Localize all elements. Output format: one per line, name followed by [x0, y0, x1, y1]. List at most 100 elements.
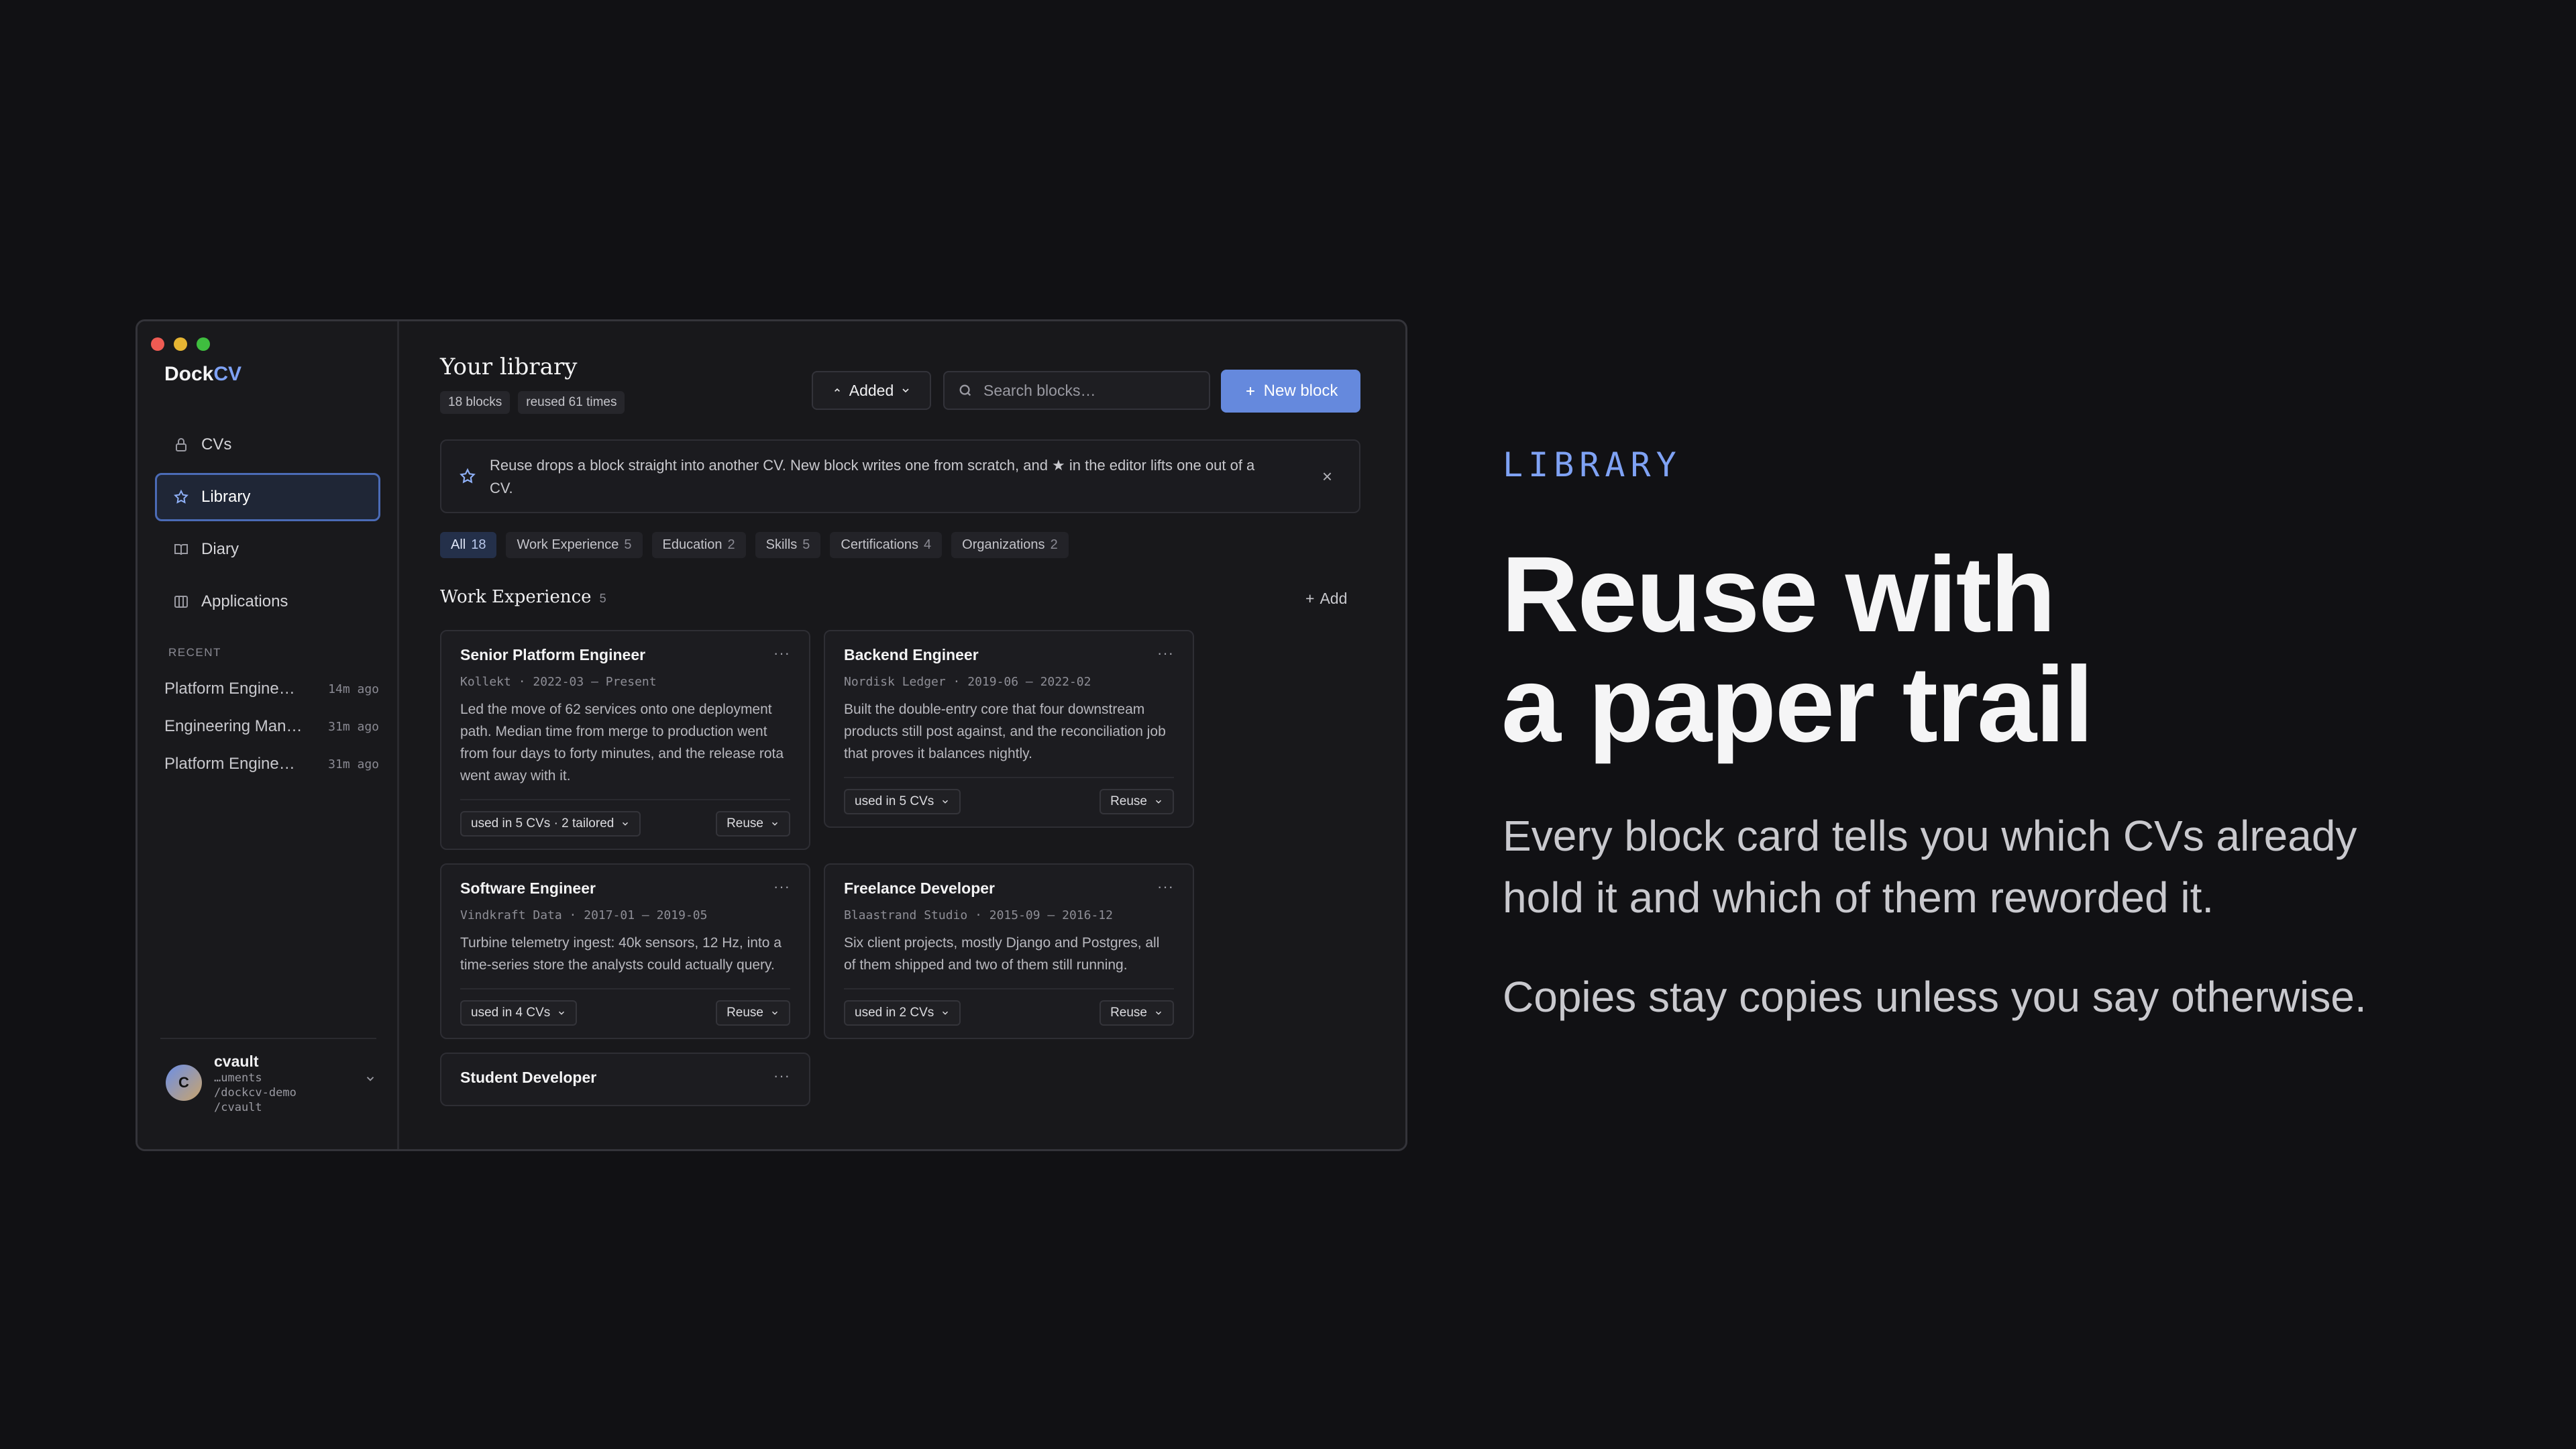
filter-tab-education[interactable]: Education 2: [651, 532, 746, 558]
card-description: Turbine telemetry ingest: 40k sensors, 1…: [460, 935, 782, 973]
usage-dropdown[interactable]: used in 2 CVs: [844, 1000, 961, 1026]
user-switcher[interactable]: C cvault …uments /dockcv-demo /cvault: [160, 1038, 376, 1149]
user-path-line: /cvault: [214, 1101, 262, 1114]
filter-label: Skills: [765, 537, 798, 552]
filter-tab-work-experience[interactable]: Work Experience 5: [506, 532, 643, 558]
block-card[interactable]: Student Developer ···: [440, 1053, 810, 1106]
headline: Reuse with a paper trail: [1501, 539, 2508, 759]
user-info: cvault …uments /dockcv-demo /cvault: [214, 1053, 352, 1115]
feature-description: Every block card tells you which CVs alr…: [1503, 812, 2357, 922]
card-title: Senior Platform Engineer: [460, 646, 646, 663]
card-meta: Kollekt · 2022-03 – Present: [460, 675, 657, 689]
reuse-count-badge: reused 61 times: [518, 391, 625, 414]
user-path-line: …uments: [214, 1071, 262, 1085]
usage-dropdown[interactable]: used in 4 CVs: [460, 1000, 578, 1026]
section-header: Work Experience 5: [440, 587, 606, 607]
more-icon[interactable]: ···: [773, 1067, 790, 1085]
reuse-button[interactable]: Reuse: [716, 811, 790, 837]
add-label: Add: [1320, 590, 1348, 607]
sidebar-item-cvs[interactable]: CVs: [155, 421, 380, 469]
recent-item[interactable]: Platform Enginee… 31m ago: [164, 745, 379, 783]
section-eyebrow: LIBRARY: [1503, 445, 1682, 484]
reuse-button[interactable]: Reuse: [1099, 789, 1174, 814]
block-card[interactable]: Freelance Developer ··· Blaastrand Studi…: [824, 863, 1194, 1039]
usage-dropdown[interactable]: used in 5 CVs: [844, 789, 961, 814]
card-title: Freelance Developer: [844, 879, 996, 897]
close-window-button[interactable]: [151, 337, 164, 351]
filter-count: 5: [802, 537, 810, 552]
reuse-button[interactable]: Reuse: [1099, 1000, 1174, 1026]
block-card[interactable]: Backend Engineer ··· Nordisk Ledger · 20…: [824, 630, 1194, 828]
chevron-down-icon: [623, 822, 629, 826]
filter-tab-skills[interactable]: Skills 5: [755, 532, 821, 558]
filter-label: Education: [662, 537, 722, 552]
close-icon[interactable]: ×: [1322, 466, 1332, 487]
reuse-label: Reuse: [727, 816, 763, 830]
block-card[interactable]: Senior Platform Engineer ··· Kollekt · 2…: [440, 630, 810, 850]
filter-tab-certifications[interactable]: Certifications 4: [830, 532, 943, 558]
recent-item-time: 14m ago: [328, 682, 379, 696]
filter-count: 2: [1050, 537, 1058, 552]
chevron-down-icon: [902, 388, 909, 393]
section-count: 5: [599, 592, 606, 605]
recent-item[interactable]: Platform Enginee… 14m ago: [164, 670, 379, 708]
sidebar-item-label: Library: [201, 488, 251, 506]
new-block-button[interactable]: New block: [1221, 370, 1360, 413]
recent-item-name: Platform Enginee…: [164, 755, 304, 773]
chevron-down-icon: [1155, 1011, 1162, 1015]
card-meta: Blaastrand Studio · 2015-09 – 2016-12: [844, 908, 1113, 922]
sort-caret-icon: [834, 388, 840, 392]
plus-icon: +: [1305, 590, 1315, 607]
recent-item-time: 31m ago: [328, 757, 379, 771]
sidebar-item-diary[interactable]: Diary: [155, 525, 380, 574]
filter-count: 5: [624, 537, 632, 552]
section-title: Work Experience: [440, 587, 592, 607]
filter-count: 2: [727, 537, 735, 552]
more-icon[interactable]: ···: [1157, 645, 1174, 662]
filter-count: 4: [924, 537, 932, 552]
sidebar-item-label: CVs: [201, 435, 232, 453]
recent-item[interactable]: Engineering Man… 31m ago: [164, 708, 379, 745]
reuse-button[interactable]: Reuse: [716, 1000, 790, 1026]
usage-label: used in 2 CVs: [855, 1006, 934, 1020]
sidebar-item-library[interactable]: Library: [155, 473, 380, 521]
library-stats: 18 blocks reused 61 times: [440, 391, 625, 414]
search-icon: [959, 384, 971, 396]
usage-label: used in 4 CVs: [471, 1006, 551, 1020]
minimize-window-button[interactable]: [174, 337, 187, 351]
filter-label: Certifications: [841, 537, 919, 552]
add-block-button[interactable]: + Add: [1305, 590, 1347, 608]
card-title: Student Developer: [460, 1069, 597, 1086]
chevron-down-icon: [366, 1077, 374, 1081]
filter-tab-all[interactable]: All 18: [440, 532, 497, 558]
filter-tabs: All 18 Work Experience 5 Education 2 Skills…: [440, 532, 1069, 558]
more-icon[interactable]: ···: [773, 645, 790, 662]
sort-dropdown[interactable]: Added: [812, 371, 931, 410]
search-input[interactable]: [983, 381, 1185, 400]
usage-dropdown[interactable]: used in 5 CVs · 2 tailored: [460, 811, 641, 837]
library-main: Your library 18 blocks reused 61 times A…: [401, 321, 1405, 1149]
avatar: C: [166, 1065, 202, 1101]
card-description: Built the double-entry core that four do…: [844, 702, 1166, 761]
more-icon[interactable]: ···: [1157, 878, 1174, 896]
tip-text: Reuse drops a block straight into anothe…: [490, 457, 1255, 496]
filter-label: Work Experience: [517, 537, 619, 552]
block-grid: Senior Platform Engineer ··· Kollekt · 2…: [440, 630, 1245, 1106]
lock-icon: [176, 438, 186, 451]
recent-item-name: Engineering Man…: [164, 717, 303, 735]
recent-heading: RECENT: [168, 646, 221, 659]
filter-tab-organizations[interactable]: Organizations 2: [951, 532, 1069, 558]
chevron-down-icon: [943, 1011, 949, 1015]
reuse-label: Reuse: [1110, 1006, 1147, 1020]
recent-item-time: 31m ago: [328, 719, 379, 734]
maximize-window-button[interactable]: [197, 337, 210, 351]
usage-label: used in 5 CVs: [855, 794, 934, 808]
blocks-count-badge: 18 blocks: [440, 391, 511, 414]
user-name: cvault: [214, 1053, 259, 1070]
sidebar: DockCV CVs Library Diary Applications RE…: [138, 321, 399, 1149]
more-icon[interactable]: ···: [773, 878, 790, 896]
chevron-down-icon: [771, 822, 778, 826]
card-description: Six client projects, mostly Django and P…: [844, 935, 1160, 973]
sidebar-item-applications[interactable]: Applications: [155, 578, 380, 626]
block-card[interactable]: Software Engineer ··· Vindkraft Data · 2…: [440, 863, 810, 1039]
